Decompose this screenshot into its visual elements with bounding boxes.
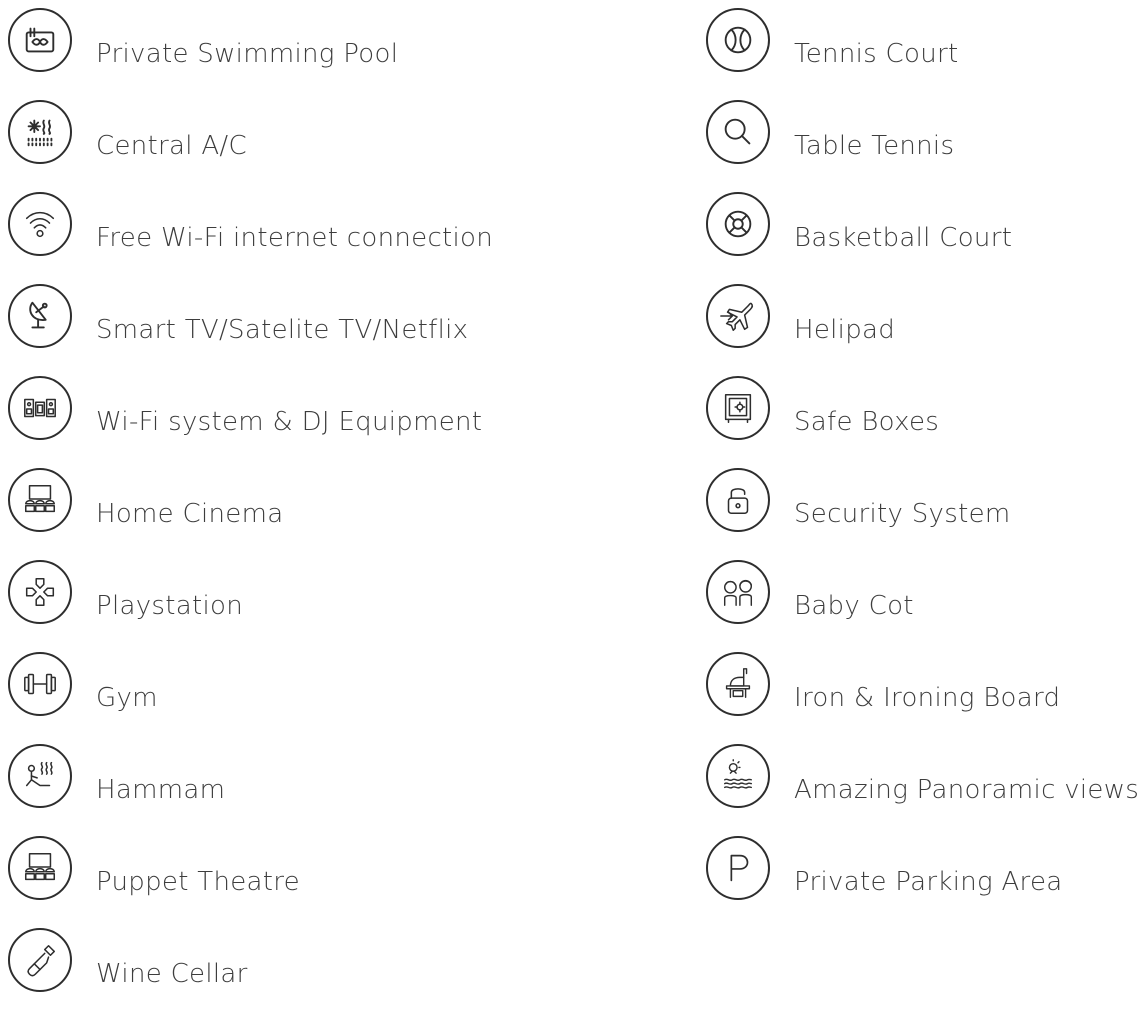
amenity-label: Private Swimming Pool bbox=[96, 39, 399, 69]
speakers-icon bbox=[8, 376, 72, 440]
amenity-gym: Gym bbox=[8, 652, 157, 744]
amenity-label: Private Parking Area bbox=[794, 867, 1063, 897]
iron-icon bbox=[706, 652, 770, 716]
amenity-label: Amazing Panoramic views bbox=[794, 775, 1138, 805]
air-conditioning-icon bbox=[8, 100, 72, 164]
satellite-dish-icon bbox=[8, 284, 72, 348]
amenity-panoramic-views: Amazing Panoramic views bbox=[706, 744, 1138, 836]
amenity-label: Home Cinema bbox=[96, 499, 284, 529]
safe-icon bbox=[706, 376, 770, 440]
amenity-private-parking: Private Parking Area bbox=[706, 836, 1062, 928]
amenity-iron-ironing-board: Iron & Ironing Board bbox=[706, 652, 1060, 744]
dumbbell-icon bbox=[8, 652, 72, 716]
amenity-label: Puppet Theatre bbox=[96, 867, 300, 897]
gamepad-icon bbox=[8, 560, 72, 624]
cinema-icon bbox=[8, 468, 72, 532]
amenity-label: Tennis Court bbox=[794, 39, 959, 69]
basketball-icon bbox=[706, 192, 770, 256]
airplane-icon bbox=[706, 284, 770, 348]
amenity-label: Wi-Fi system & DJ Equipment bbox=[96, 407, 483, 437]
amenity-label: Helipad bbox=[794, 315, 896, 345]
amenity-label: Wine Cellar bbox=[96, 959, 248, 989]
amenity-baby-cot: Baby Cot bbox=[706, 560, 913, 652]
ping-pong-icon bbox=[706, 100, 770, 164]
amenity-tennis-court: Tennis Court bbox=[706, 8, 958, 100]
amenity-wine-cellar: Wine Cellar bbox=[8, 928, 247, 1020]
amenity-label: Iron & Ironing Board bbox=[794, 683, 1061, 713]
amenity-helipad: Helipad bbox=[706, 284, 895, 376]
amenity-free-wifi: Free Wi-Fi internet connection bbox=[8, 192, 493, 284]
amenity-dj-equipment: Wi-Fi system & DJ Equipment bbox=[8, 376, 482, 468]
amenity-label: Free Wi-Fi internet connection bbox=[96, 223, 494, 253]
amenity-label: Table Tennis bbox=[794, 131, 955, 161]
amenity-label: Safe Boxes bbox=[794, 407, 940, 437]
amenity-home-cinema: Home Cinema bbox=[8, 468, 283, 560]
amenity-playstation: Playstation bbox=[8, 560, 243, 652]
amenity-label: Baby Cot bbox=[794, 591, 914, 621]
amenity-basketball-court: Basketball Court bbox=[706, 192, 1012, 284]
amenity-safe-boxes: Safe Boxes bbox=[706, 376, 939, 468]
amenity-central-ac: Central A/C bbox=[8, 100, 247, 192]
sea-view-icon bbox=[706, 744, 770, 808]
amenities-right-column: Tennis Court Table Tennis Basketball Cou… bbox=[706, 8, 1138, 928]
parking-icon bbox=[706, 836, 770, 900]
children-icon bbox=[706, 560, 770, 624]
tennis-ball-icon bbox=[706, 8, 770, 72]
amenity-table-tennis: Table Tennis bbox=[706, 100, 954, 192]
amenity-private-swimming-pool: Private Swimming Pool bbox=[8, 8, 398, 100]
padlock-icon bbox=[706, 468, 770, 532]
amenity-smart-tv: Smart TV/Satelite TV/Netflix bbox=[8, 284, 468, 376]
amenity-security-system: Security System bbox=[706, 468, 1010, 560]
amenity-label: Hammam bbox=[96, 775, 226, 805]
amenity-label: Playstation bbox=[96, 591, 243, 621]
hammam-icon bbox=[8, 744, 72, 808]
amenity-label: Central A/C bbox=[96, 131, 247, 161]
amenity-label: Security System bbox=[794, 499, 1011, 529]
wine-bottle-icon bbox=[8, 928, 72, 992]
amenity-hammam: Hammam bbox=[8, 744, 225, 836]
amenity-label: Gym bbox=[96, 683, 158, 713]
theatre-icon bbox=[8, 836, 72, 900]
amenity-puppet-theatre: Puppet Theatre bbox=[8, 836, 300, 928]
wifi-icon bbox=[8, 192, 72, 256]
amenities-left-column: Private Swimming Pool Central A/C Free W… bbox=[8, 8, 493, 1020]
amenity-label: Basketball Court bbox=[794, 223, 1013, 253]
amenity-label: Smart TV/Satelite TV/Netflix bbox=[96, 315, 469, 345]
pool-icon bbox=[8, 8, 72, 72]
